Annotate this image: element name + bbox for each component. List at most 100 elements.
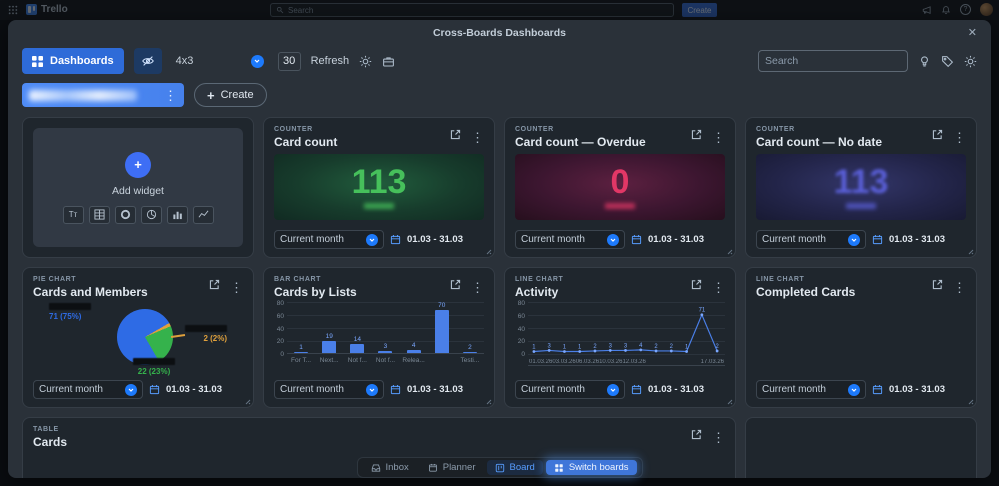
- svg-text:2: 2: [654, 344, 657, 350]
- hide-widgets-button[interactable]: [133, 48, 162, 74]
- pie-chart: 71 (75%) 2 (2%) 22 (23%): [33, 301, 243, 379]
- open-widget-icon[interactable]: [931, 278, 944, 296]
- resize-handle[interactable]: [243, 397, 251, 405]
- board-bottom-nav: Inbox Planner Board Switch boards: [356, 457, 643, 478]
- widget-line-activity: LINE CHART Activity ⋮ 80 60 40 20 0 1 3 1 1 2 3 3 4…: [504, 267, 736, 408]
- widget-kind-label: PIE CHART: [33, 276, 77, 283]
- chevron-down-icon: [607, 383, 619, 396]
- create-dashboard-button[interactable]: + Create: [194, 83, 267, 107]
- resize-handle[interactable]: [725, 247, 733, 255]
- active-dashboard-tab[interactable]: ⋮: [22, 83, 184, 107]
- dashboards-button[interactable]: Dashboards: [22, 48, 124, 74]
- archive-icon[interactable]: [382, 55, 395, 68]
- widget-partial: [745, 417, 977, 478]
- open-widget-icon[interactable]: [449, 128, 462, 146]
- widgets-search-input[interactable]: [765, 55, 900, 67]
- open-widget-icon[interactable]: [449, 278, 462, 296]
- nav-inbox[interactable]: Inbox: [362, 460, 416, 475]
- widget-menu-icon[interactable]: ⋮: [712, 281, 725, 294]
- widget-counter-overdue: COUNTER Card count — Overdue ⋮ 0 Current…: [504, 117, 736, 258]
- widget-menu-icon[interactable]: ⋮: [471, 131, 484, 144]
- dashboard-menu-icon[interactable]: ⋮: [164, 89, 177, 102]
- text-widget-icon[interactable]: Tт: [62, 205, 84, 224]
- settings-gear-icon[interactable]: [964, 55, 977, 68]
- widget-menu-icon[interactable]: ⋮: [953, 131, 966, 144]
- open-widget-icon[interactable]: [690, 278, 703, 296]
- add-widget-label: Add widget: [112, 184, 164, 197]
- open-widget-icon[interactable]: [690, 128, 703, 146]
- pie-widget-icon[interactable]: [140, 205, 162, 224]
- period-value: Current month: [521, 384, 585, 395]
- period-select[interactable]: Current month: [274, 380, 384, 399]
- period-value: Current month: [280, 234, 344, 245]
- open-widget-icon[interactable]: [690, 428, 703, 446]
- period-select[interactable]: Current month: [756, 380, 866, 399]
- period-select[interactable]: Current month: [756, 230, 866, 249]
- period-select[interactable]: Current month: [515, 380, 625, 399]
- pie-slice-value: 2 (2%): [203, 334, 227, 343]
- resize-handle[interactable]: [484, 397, 492, 405]
- resize-handle[interactable]: [484, 247, 492, 255]
- pie-circle: [117, 309, 173, 365]
- calendar-icon[interactable]: [390, 234, 401, 245]
- nav-planner[interactable]: Planner: [420, 460, 484, 475]
- lightbulb-icon[interactable]: [918, 55, 931, 68]
- svg-text:2: 2: [593, 344, 596, 350]
- x-axis-labels: 01.03.26 03.03.26 06.03.26 10.03.26 12.03.26…: [529, 359, 724, 365]
- pie-slice-label: 71 (75%): [49, 303, 91, 321]
- period-value: Current month: [762, 384, 826, 395]
- resize-handle[interactable]: [966, 247, 974, 255]
- refresh-settings-gear-icon[interactable]: [359, 55, 372, 68]
- calendar-icon[interactable]: [872, 234, 883, 245]
- counter-value: 0: [610, 163, 630, 201]
- nav-label: Switch boards: [568, 462, 629, 473]
- widget-menu-icon[interactable]: ⋮: [230, 281, 243, 294]
- period-value: Current month: [39, 384, 103, 395]
- tag-icon[interactable]: [941, 55, 954, 68]
- widget-menu-icon[interactable]: ⋮: [712, 431, 725, 444]
- resize-handle[interactable]: [725, 397, 733, 405]
- counter-label-redacted: [364, 203, 394, 209]
- grid-size-select[interactable]: 4x3: [172, 49, 268, 73]
- bar-widget-icon[interactable]: [166, 205, 188, 224]
- counter-value: 113: [351, 163, 407, 201]
- period-select[interactable]: Current month: [515, 230, 625, 249]
- pie-slice-value: 22 (23%): [137, 367, 171, 376]
- widgets-search[interactable]: [758, 50, 908, 72]
- inbox-icon: [371, 463, 380, 472]
- period-select[interactable]: Current month: [274, 230, 384, 249]
- date-range: 01.03 - 31.03: [889, 384, 945, 395]
- add-widget-button[interactable]: +: [125, 151, 151, 178]
- widget-menu-icon[interactable]: ⋮: [953, 281, 966, 294]
- calendar-icon[interactable]: [390, 384, 401, 395]
- refresh-label: Refresh: [310, 55, 350, 67]
- refresh-interval-input[interactable]: 30: [277, 51, 301, 71]
- line-widget-icon[interactable]: [192, 205, 214, 224]
- widget-pie-cards-and-members: PIE CHART Cards and Members ⋮ 71 (75%) 2…: [22, 267, 254, 408]
- widget-menu-icon[interactable]: ⋮: [471, 281, 484, 294]
- nav-board[interactable]: Board: [486, 460, 543, 475]
- calendar-icon[interactable]: [149, 384, 160, 395]
- nav-switch-boards[interactable]: Switch boards: [545, 460, 637, 475]
- calendar-icon[interactable]: [631, 234, 642, 245]
- widget-menu-icon[interactable]: ⋮: [712, 131, 725, 144]
- table-widget-icon[interactable]: [88, 205, 110, 224]
- donut-widget-icon[interactable]: [114, 205, 136, 224]
- close-icon[interactable]: ✕: [968, 26, 977, 39]
- resize-handle[interactable]: [966, 397, 974, 405]
- pie-slice-label: 22 (23%): [133, 358, 175, 376]
- widget-title: Card count — Overdue: [515, 135, 646, 149]
- calendar-icon[interactable]: [631, 384, 642, 395]
- widget-footer: Current month 01.03 - 31.03: [756, 230, 966, 249]
- pie-leader-line: [170, 334, 186, 338]
- add-widget-tile[interactable]: + Add widget Tт: [33, 128, 243, 247]
- svg-text:3: 3: [624, 343, 628, 349]
- member-name-redacted: [185, 325, 227, 332]
- widget-footer: Current month 01.03 - 31.03: [515, 230, 725, 249]
- counter-panel: 0: [515, 154, 725, 220]
- open-widget-icon[interactable]: [931, 128, 944, 146]
- calendar-icon[interactable]: [872, 384, 883, 395]
- open-widget-icon[interactable]: [208, 278, 221, 296]
- period-value: Current month: [521, 234, 585, 245]
- period-select[interactable]: Current month: [33, 380, 143, 399]
